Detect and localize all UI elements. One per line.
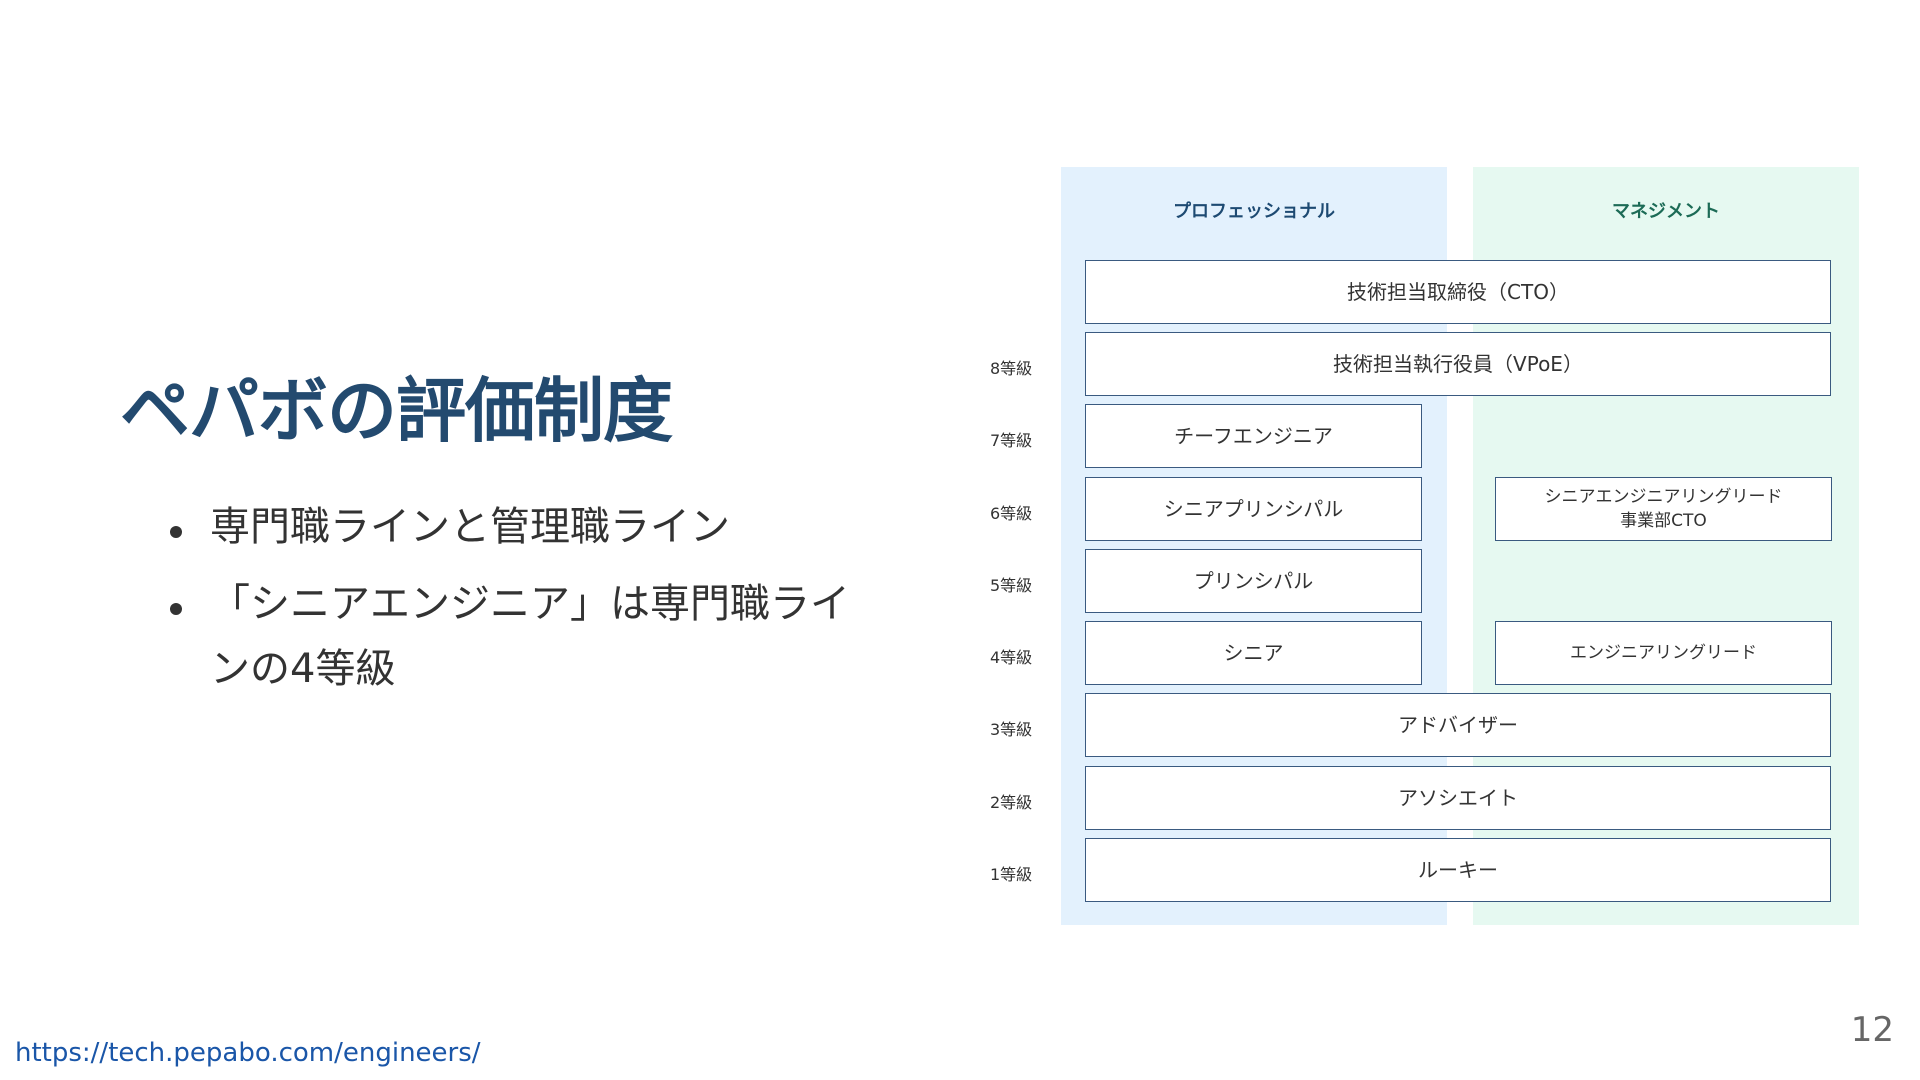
grade-label-4: 4等級 [990,648,1033,667]
role-vpoe-label: 技術担当執行役員（VPoE） [1333,352,1583,376]
slide-title: ペパボの評価制度 [120,370,673,452]
grade-label-3: 3等級 [990,720,1033,739]
role-rookie: ルーキー [1085,838,1831,902]
role-senior: シニア [1085,621,1422,685]
role-engineering-lead-label: エンジニアリングリード [1570,643,1757,663]
role-chief-engineer-label: チーフエンジニア [1174,424,1333,448]
grade-label-1: 1等級 [990,865,1033,884]
footer-link[interactable]: https://tech.pepabo.com/engineers/ [15,1038,481,1068]
role-associate: アソシエイト [1085,766,1831,830]
bullet-item: 「シニアエンジニア」は専門職ラインの4等級 [170,572,850,702]
role-cto-label: 技術担当取締役（CTO） [1347,280,1569,304]
role-senior-principal: シニアプリンシパル [1085,477,1422,541]
role-senior-principal-label: シニアプリンシパル [1163,497,1344,521]
grade-label-6: 6等級 [990,504,1033,523]
role-advisor-label: アドバイザー [1398,713,1518,737]
grade-label-8: 8等級 [990,359,1033,378]
role-principal-label: プリンシパル [1193,569,1314,593]
role-engineering-lead: エンジニアリングリード [1495,621,1832,685]
role-principal: プリンシパル [1085,549,1422,613]
role-senior-engineering-lead-label: シニアエンジニアリングリード [1544,487,1783,507]
role-division-cto-label: 事業部CTO [1620,511,1707,531]
management-header: マネジメント [1612,201,1720,222]
professional-header: プロフェッショナル [1173,201,1335,222]
role-associate-label: アソシエイト [1398,786,1518,810]
page-number: 12 [1850,1010,1894,1050]
bullet-item: 専門職ラインと管理職ライン [170,495,850,560]
role-vpoe: 技術担当執行役員（VPoE） [1085,332,1831,396]
grade-label-5: 5等級 [990,576,1033,595]
grade-label-2: 2等級 [990,793,1033,812]
role-rookie-label: ルーキー [1418,858,1498,882]
role-chief-engineer: チーフエンジニア [1085,404,1422,468]
role-senior-engineering-lead: シニアエンジニアリングリード 事業部CTO [1495,477,1832,541]
role-advisor: アドバイザー [1085,693,1831,757]
grade-label-7: 7等級 [990,431,1033,450]
role-senior-label: シニア [1223,641,1284,665]
role-cto: 技術担当取締役（CTO） [1085,260,1831,324]
bullet-list: 専門職ラインと管理職ライン 「シニアエンジニア」は専門職ラインの4等級 [170,495,850,714]
